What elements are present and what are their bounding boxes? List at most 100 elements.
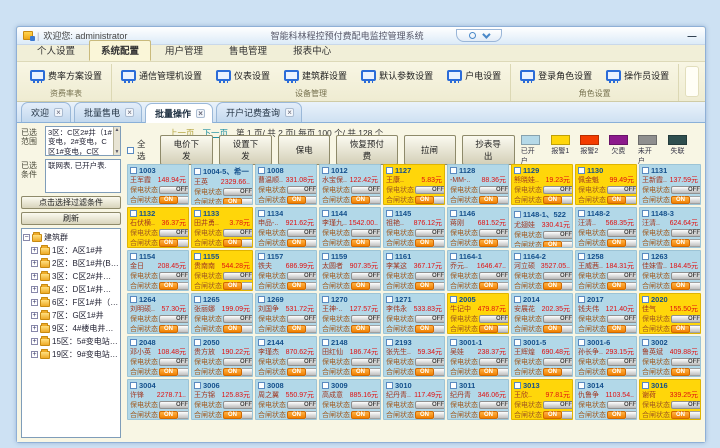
choose-filter-button[interactable]: 点击选择过滤条件 (21, 196, 121, 209)
status-toggle-on[interactable]: ON (415, 368, 445, 376)
status-toggle-on[interactable]: ON (479, 239, 509, 247)
meter-card[interactable]: 1269刘国争531.72元保电状态OFF合闸状态ON (255, 293, 317, 334)
meter-card[interactable]: 1008曹温顺..331.08元保电状态OFF合闸状态ON (255, 164, 317, 205)
status-toggle-on[interactable]: ON (287, 282, 317, 290)
meter-card[interactable]: 1004-5、希一王英2329.66..保电状态OFF合闸状态ON (191, 164, 253, 205)
meter-card[interactable]: 1154金日208.45元保电状态OFF合闸状态ON (127, 250, 189, 291)
card-checkbox[interactable] (258, 296, 265, 303)
status-toggle-off[interactable]: OFF (671, 401, 701, 409)
status-toggle-off[interactable]: OFF (159, 229, 189, 237)
status-toggle-on[interactable]: ON (479, 368, 509, 376)
ribbon-button[interactable]: 户电设置 (442, 66, 506, 85)
status-toggle-off[interactable]: OFF (543, 272, 573, 280)
meter-card[interactable]: 1263佳妹雪..184.45元保电状态OFF合闸状态ON (639, 250, 701, 291)
status-toggle-off[interactable]: OFF (671, 315, 701, 323)
status-toggle-off[interactable]: OFF (415, 272, 445, 280)
collapse-icon[interactable]: − (23, 234, 30, 241)
card-checkbox[interactable] (194, 253, 201, 260)
status-toggle-on[interactable]: ON (607, 325, 637, 333)
status-toggle-off[interactable]: OFF (479, 272, 509, 280)
card-checkbox[interactable] (642, 296, 649, 303)
meter-card[interactable]: 3013王欣..97.81元保电状态OFF合闸状态ON (511, 379, 573, 420)
status-toggle-on[interactable]: ON (671, 239, 701, 247)
status-toggle-off[interactable]: OFF (351, 229, 381, 237)
meter-card[interactable]: 1270王神-..127.57元保电状态OFF合闸状态ON (319, 293, 381, 334)
card-checkbox[interactable] (130, 339, 137, 346)
tree-item-5[interactable]: +7区：G区1#井 (23, 309, 119, 322)
ribbon-collapse-pill[interactable] (456, 29, 502, 42)
status-toggle-on[interactable]: ON (415, 411, 445, 419)
meter-card[interactable]: 3006王方锦125.83元保电状态OFF合闸状态ON (191, 379, 253, 420)
card-checkbox[interactable] (194, 296, 201, 303)
select-all-control[interactable]: 全选 (127, 138, 154, 162)
meter-card[interactable]: 1144李瑾九..1542.00..保电状态OFF合闸状态ON (319, 207, 381, 248)
close-icon[interactable]: × (196, 109, 205, 118)
meter-card[interactable]: 1131王新霞..137.59元保电状态OFF合闸状态ON (639, 164, 701, 205)
status-toggle-off[interactable]: OFF (543, 186, 573, 194)
expand-icon[interactable]: + (31, 299, 38, 306)
tree-item-8[interactable]: +19区：9#变电站（2#… (23, 348, 119, 361)
status-toggle-on[interactable]: ON (415, 239, 445, 247)
status-toggle-off[interactable]: OFF (607, 358, 637, 366)
meter-card[interactable]: 2020佳气155.50元保电状态OFF合闸状态ON (639, 293, 701, 334)
status-toggle-on[interactable]: ON (223, 282, 253, 290)
expand-icon[interactable]: + (31, 325, 38, 332)
status-toggle-on[interactable]: ON (351, 325, 381, 333)
meter-card[interactable]: 2014安展花202.35元保电状态OFF合闸状态ON (511, 293, 573, 334)
status-toggle-on[interactable]: ON (543, 241, 573, 248)
card-checkbox[interactable] (578, 296, 585, 303)
card-checkbox[interactable] (130, 253, 137, 260)
card-checkbox[interactable] (258, 210, 265, 217)
card-checkbox[interactable] (642, 339, 649, 346)
status-toggle-on[interactable]: ON (607, 196, 637, 204)
status-toggle-on[interactable]: ON (479, 325, 509, 333)
status-toggle-on[interactable]: ON (159, 411, 189, 419)
card-checkbox[interactable] (514, 382, 521, 389)
meter-card[interactable]: 1127王康..5.83元保电状态OFF合闸状态ON (383, 164, 445, 205)
status-toggle-off[interactable]: OFF (479, 186, 509, 194)
card-checkbox[interactable] (450, 167, 457, 174)
status-toggle-on[interactable]: ON (159, 196, 189, 204)
status-toggle-off[interactable]: OFF (607, 272, 637, 280)
status-toggle-on[interactable]: ON (351, 411, 381, 419)
status-toggle-off[interactable]: OFF (415, 186, 445, 194)
meter-card[interactable]: 3008周之翼550.97元保电状态OFF合闸状态ON (255, 379, 317, 420)
expand-icon[interactable]: + (31, 338, 38, 345)
status-toggle-off[interactable]: OFF (351, 401, 381, 409)
card-checkbox[interactable] (258, 339, 265, 346)
card-checkbox[interactable] (642, 253, 649, 260)
meter-card[interactable]: 2148田红仙186.74元保电状态OFF合闸状态ON (319, 336, 381, 377)
card-checkbox[interactable] (386, 210, 393, 217)
status-toggle-on[interactable]: ON (159, 239, 189, 247)
card-checkbox[interactable] (642, 382, 649, 389)
status-toggle-on[interactable]: ON (671, 411, 701, 419)
card-checkbox[interactable] (194, 382, 201, 389)
card-checkbox[interactable] (578, 167, 585, 174)
status-toggle-off[interactable]: OFF (543, 401, 573, 409)
menu-tab-0[interactable]: 个人设置 (25, 40, 87, 61)
status-toggle-on[interactable]: ON (543, 282, 573, 290)
status-toggle-off[interactable]: OFF (479, 229, 509, 237)
status-toggle-off[interactable]: OFF (671, 186, 701, 194)
card-checkbox[interactable] (450, 339, 457, 346)
selected-condition-box[interactable]: 联网表, 已开户表. (45, 159, 121, 193)
card-checkbox[interactable] (130, 167, 137, 174)
expand-icon[interactable]: + (31, 312, 38, 319)
ribbon-button[interactable]: 建筑群设置 (279, 66, 352, 85)
menu-tab-3[interactable]: 售电管理 (217, 40, 279, 61)
meter-card[interactable]: 3011纪丹青346.06元保电状态OFF合闸状态ON (447, 379, 509, 420)
status-toggle-off[interactable]: OFF (607, 186, 637, 194)
meter-card[interactable]: 2144李瑾杰870.62元保电状态OFF合闸状态ON (255, 336, 317, 377)
tree-item-3[interactable]: +4区：D区1#井（D区1… (23, 283, 119, 296)
status-toggle-on[interactable]: ON (671, 282, 701, 290)
status-toggle-off[interactable]: OFF (223, 229, 253, 237)
card-checkbox[interactable] (514, 339, 521, 346)
meter-card[interactable]: 1133田井勇..3.78元保电状态OFF合闸状态ON (191, 207, 253, 248)
status-toggle-off[interactable]: OFF (671, 272, 701, 280)
status-toggle-on[interactable]: ON (351, 282, 381, 290)
status-toggle-on[interactable]: ON (351, 368, 381, 376)
meter-card[interactable]: 1264刘明硕..57.30元保电状态OFF合闸状态ON (127, 293, 189, 334)
meter-card[interactable]: 3009高成意885.16元保电状态OFF合闸状态ON (319, 379, 381, 420)
tree-item-6[interactable]: +9区：4#楼电井（4#楼… (23, 322, 119, 335)
ribbon-button[interactable]: 默认参数设置 (356, 66, 438, 85)
